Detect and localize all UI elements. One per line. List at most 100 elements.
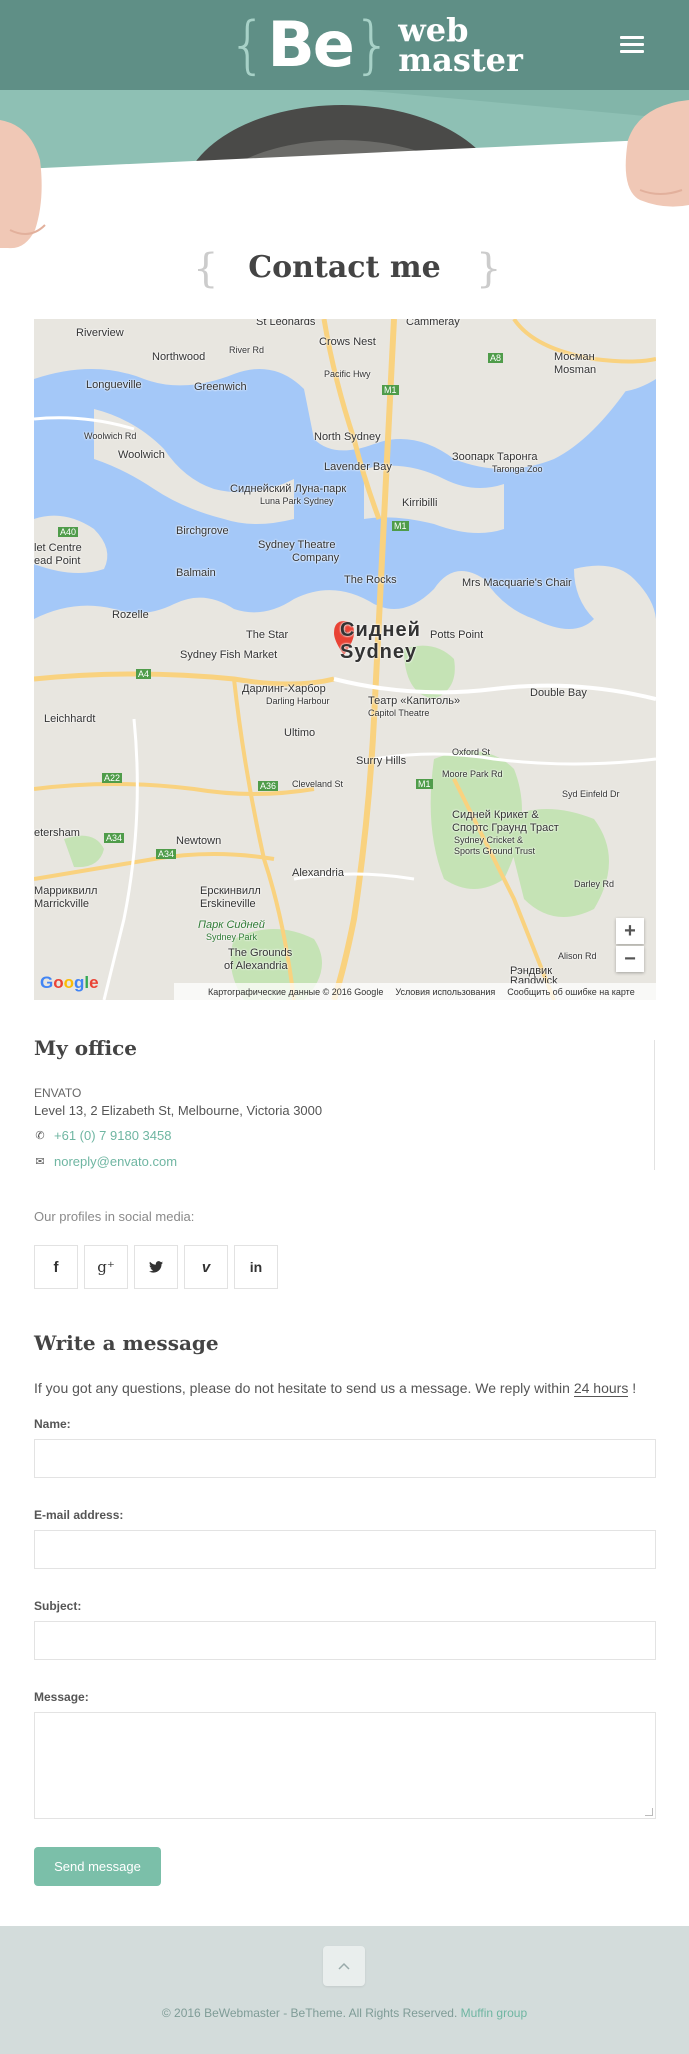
map-label: Ерскинвилл <box>200 885 261 897</box>
subject-field[interactable] <box>34 1621 656 1660</box>
office-phone-row: ✆ +61 (0) 7 9180 3458 <box>34 1128 171 1143</box>
muffin-group-link[interactable]: Muffin group <box>461 2006 528 2020</box>
form-intro-text: If you got any questions, please do not … <box>34 1380 574 1396</box>
map-report-link[interactable]: Сообщить об ошибке на карте <box>507 987 634 997</box>
office-email-link[interactable]: noreply@envato.com <box>54 1154 177 1169</box>
subject-label: Subject: <box>34 1599 82 1613</box>
send-message-button[interactable]: Send message <box>34 1847 161 1886</box>
map-label: Surry Hills <box>356 755 407 767</box>
copyright-text: © 2016 BeWebmaster - BeTheme. All Rights… <box>161 2006 461 2020</box>
map-label: Rozelle <box>112 609 149 621</box>
map-label: Sydney Theatre <box>258 539 336 551</box>
map-label: Alexandria <box>292 867 344 879</box>
office-email-row: ✉ noreply@envato.com <box>34 1154 177 1169</box>
map-label: Syd Einfeld Dr <box>562 789 620 799</box>
site-logo[interactable]: { Be } web master <box>228 12 523 78</box>
office-company: ENVATO <box>34 1086 82 1100</box>
map-label: M1 <box>392 521 409 531</box>
hero-illustration <box>0 90 689 250</box>
map-label: Sports Ground Trust <box>454 846 536 856</box>
page-title: Contact me <box>248 250 441 285</box>
map-label: Cammeray <box>406 319 460 328</box>
office-phone-link[interactable]: +61 (0) 7 9180 3458 <box>54 1128 171 1143</box>
twitter-icon[interactable] <box>134 1245 178 1289</box>
map-data-attribution: Картографические данные © 2016 Google <box>208 986 384 997</box>
map-label: Taronga Zoo <box>492 464 543 474</box>
map-label: Ultimo <box>284 727 316 739</box>
email-field[interactable] <box>34 1530 656 1569</box>
map-label: Sydney Park <box>206 932 258 942</box>
map-label: Greenwich <box>194 381 247 393</box>
map-label: Театр «Капитоль» <box>368 695 461 707</box>
google-logo[interactable]: Google <box>40 973 99 993</box>
map-label: A4 <box>136 669 152 679</box>
site-header: { Be } web master <box>0 0 689 90</box>
map-label: let Centre <box>34 542 82 554</box>
map-label: Luna Park Sydney <box>260 496 334 506</box>
facebook-icon[interactable]: f <box>34 1245 78 1289</box>
map-label: Erskineville <box>200 898 256 910</box>
map-label: A34 <box>104 833 125 843</box>
form-intro: If you got any questions, please do not … <box>34 1380 636 1397</box>
map-label: Sydney Cricket & <box>454 835 524 845</box>
linkedin-icon[interactable]: in <box>234 1245 278 1289</box>
map-label: The Rocks <box>344 574 397 586</box>
map-label: Mrs Macquarie's Chair <box>462 577 572 589</box>
map-label: North Sydney <box>314 431 381 443</box>
hamburger-menu-icon[interactable] <box>620 36 644 54</box>
map-label: River Rd <box>229 345 265 355</box>
map-zoom-in-button[interactable]: + <box>616 918 644 944</box>
map-label: Kirribilli <box>402 497 438 509</box>
google-plus-icon[interactable]: g⁺ <box>84 1245 128 1289</box>
map-label: of Alexandria <box>224 960 288 972</box>
map-label: Марриквилл <box>34 885 98 897</box>
map-label: A40 <box>58 527 79 537</box>
message-textarea[interactable] <box>34 1712 656 1819</box>
map-label: Парк Сидней <box>198 919 265 931</box>
map-terms-link[interactable]: Условия использования <box>395 987 495 997</box>
map-label: Moore Park Rd <box>442 769 503 779</box>
map-label: Woolwich Rd <box>84 431 137 441</box>
map-label: Oxford St <box>452 747 491 757</box>
map-label: The Grounds <box>228 947 293 959</box>
map-label: Mosman <box>554 364 597 376</box>
map-label: Сидней Крикет & <box>452 809 539 821</box>
map-label: Northwood <box>152 351 206 363</box>
vimeo-icon[interactable]: v <box>184 1245 228 1289</box>
map-label: Дарлинг-Харбор <box>242 683 326 695</box>
map-label: A22 <box>102 773 123 783</box>
map-label: A34 <box>156 849 177 859</box>
map-label: Leichhardt <box>44 713 96 725</box>
google-map[interactable]: St Leonards Cammeray Riverview Crows Nes… <box>34 319 656 1000</box>
map-label-city: Sydney <box>340 641 418 663</box>
email-label: E-mail address: <box>34 1508 124 1522</box>
map-label: Riverview <box>76 327 124 339</box>
map-label: Lavender Bay <box>324 461 392 473</box>
chevron-up-icon[interactable] <box>323 1946 365 1986</box>
logo-brace-right: } <box>352 8 393 81</box>
map-label: Сиднейский Луна-парк <box>230 483 347 495</box>
map-label: Potts Point <box>430 629 484 641</box>
map-label: A36 <box>258 781 279 791</box>
logo-webmaster: web master <box>398 14 523 76</box>
map-label: Company <box>292 552 340 564</box>
page-title-block: { Contact me } <box>0 244 689 296</box>
map-label: Longueville <box>86 379 142 391</box>
map-attribution-bar: Картографические данные © 2016 Google Ус… <box>174 983 656 1000</box>
map-label: St Leonards <box>256 319 316 328</box>
map-label: Cleveland St <box>292 779 344 789</box>
office-title: My office <box>34 1036 137 1060</box>
map-label: The Star <box>246 629 289 641</box>
map-label: M1 <box>416 779 433 789</box>
map-zoom-out-button[interactable]: − <box>616 946 644 972</box>
name-field[interactable] <box>34 1439 656 1478</box>
map-label: Capitol Theatre <box>368 708 430 718</box>
logo-brace-left: { <box>228 8 268 81</box>
social-links: f g⁺ v in <box>34 1245 278 1289</box>
map-label-city: Сидней <box>340 619 421 641</box>
map-label: Double Bay <box>530 687 587 699</box>
divider <box>654 1040 655 1170</box>
resize-handle-icon[interactable] <box>645 1808 653 1816</box>
message-label: Message: <box>34 1690 89 1704</box>
map-label: etersham <box>34 827 80 839</box>
